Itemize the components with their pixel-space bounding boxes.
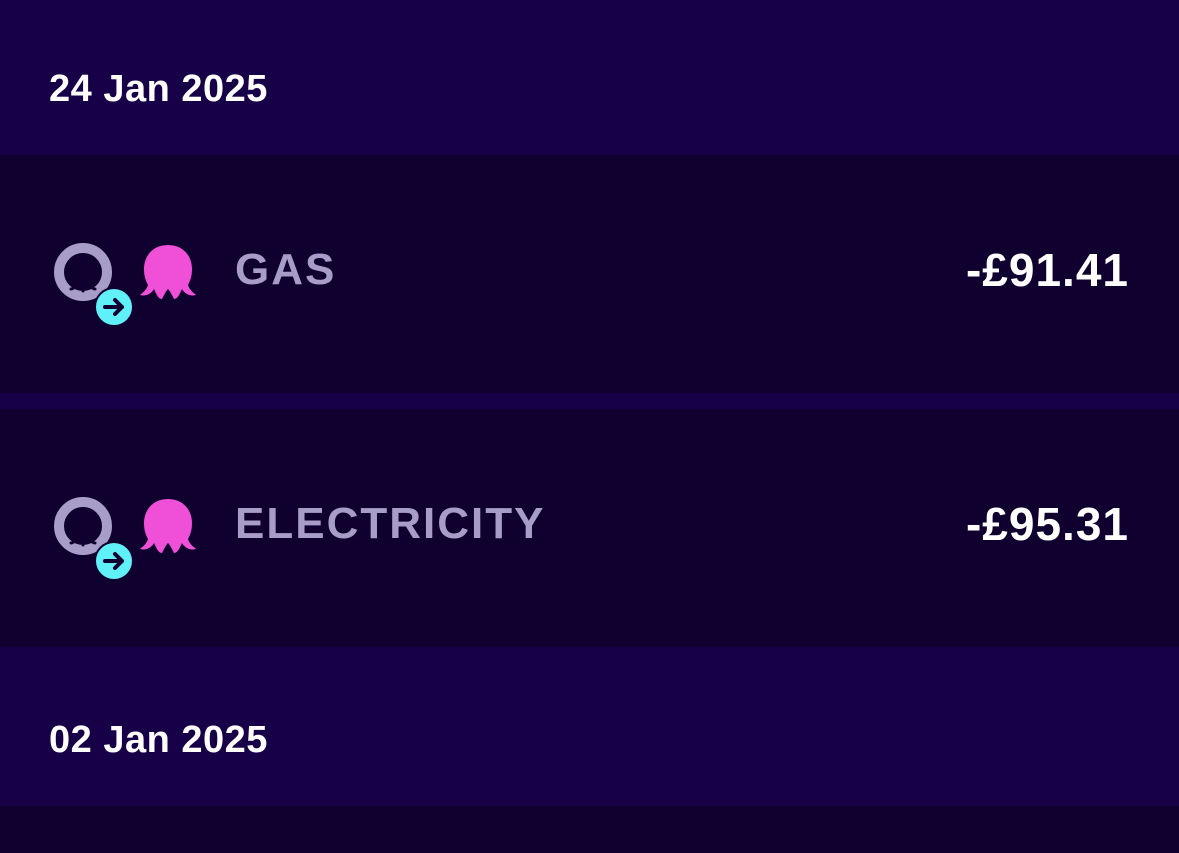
transaction-row-gas[interactable]: GAS -£91.41 — [0, 155, 1179, 393]
transaction-row[interactable] — [0, 806, 1179, 853]
transactions-page: 24 Jan 2025 GAS -£91.41 ELECTRICITY -£95… — [0, 0, 1179, 853]
octopus-icon — [140, 245, 196, 299]
transaction-amount: -£95.31 — [965, 498, 1129, 550]
transaction-amount: -£91.41 — [965, 244, 1129, 296]
octopus-icon — [140, 499, 196, 553]
date-header: 24 Jan 2025 — [0, 0, 1179, 155]
arrow-right-badge-icon — [94, 287, 134, 327]
transaction-icons — [52, 241, 202, 327]
date-header: 02 Jan 2025 — [0, 647, 1179, 806]
transaction-row-electricity[interactable]: ELECTRICITY -£95.31 — [0, 409, 1179, 647]
arrow-right-badge-icon — [94, 541, 134, 581]
transaction-label: GAS — [235, 245, 337, 294]
date-label: 02 Jan 2025 — [49, 719, 268, 761]
transaction-icons — [52, 495, 202, 581]
transaction-label: ELECTRICITY — [235, 499, 546, 548]
date-label: 24 Jan 2025 — [49, 68, 268, 110]
